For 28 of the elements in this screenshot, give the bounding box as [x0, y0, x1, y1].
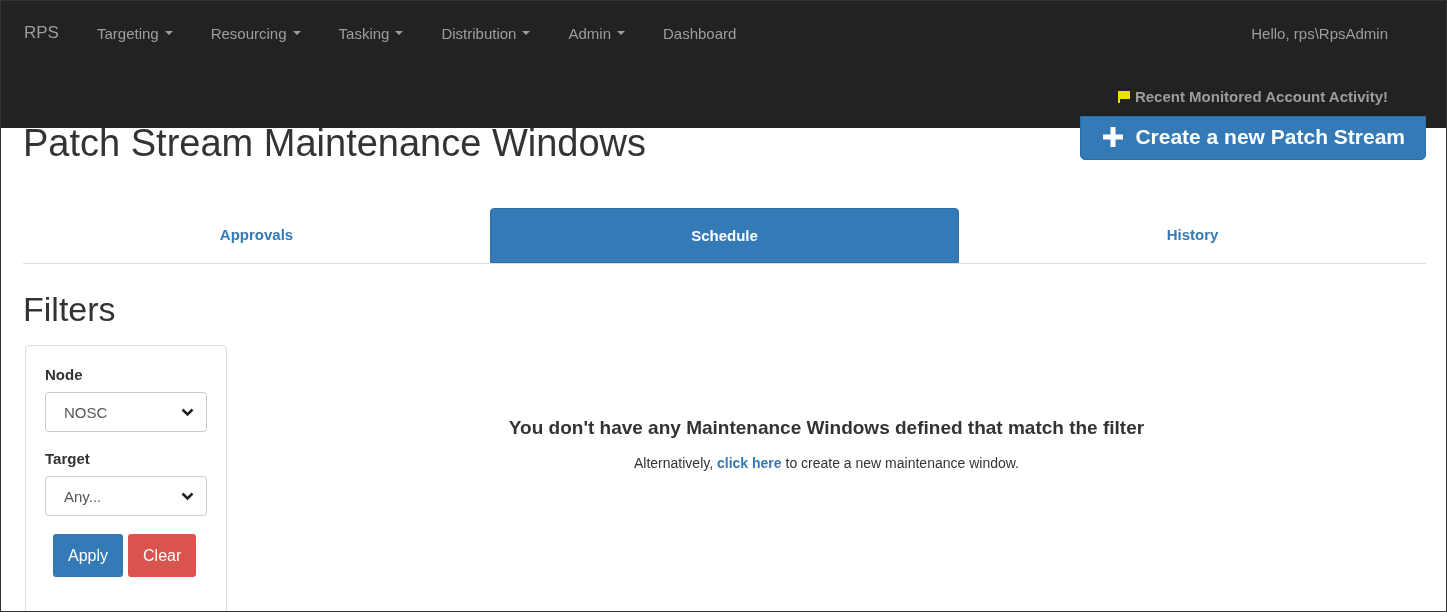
- flag-icon: [1116, 89, 1131, 104]
- tab[interactable]: Schedule: [490, 208, 959, 263]
- apply-button[interactable]: Apply: [53, 534, 124, 577]
- chevron-down-icon: [181, 407, 194, 417]
- page-title: Patch Stream Maintenance Windows: [23, 128, 647, 158]
- account-activity-link[interactable]: Recent Monitored Account Activity!: [1116, 88, 1388, 105]
- empty-message: You don't have any Maintenance Windows defined that match the filter: [507, 417, 1146, 439]
- nav-link[interactable]: Dashboard: [663, 24, 737, 42]
- create-window-link[interactable]: click here: [717, 455, 782, 471]
- field-label: Node: [45, 366, 84, 383]
- select-field[interactable]: Any...: [45, 476, 207, 516]
- tab[interactable]: History: [959, 208, 1426, 261]
- select-field[interactable]: NOSC: [45, 392, 207, 432]
- plus-icon: [1103, 127, 1124, 147]
- nav-dropdown[interactable]: Admin: [568, 24, 625, 42]
- chevron-down-icon: [181, 491, 194, 501]
- nav-dropdown[interactable]: Tasking: [338, 24, 404, 42]
- nav-dropdown[interactable]: Distribution: [441, 24, 531, 42]
- brand-link[interactable]: RPS: [24, 23, 59, 43]
- tab[interactable]: Approvals: [23, 208, 490, 261]
- user-greeting-link[interactable]: Hello, rps\RpsAdmin: [1251, 24, 1388, 42]
- clear-button[interactable]: Clear: [128, 534, 197, 577]
- create-button[interactable]: Create a new Patch Stream: [1080, 116, 1426, 160]
- filters-heading: Filters: [23, 290, 117, 329]
- empty-hint: Alternatively, click here to create a new maintenance window.: [633, 455, 1020, 471]
- nav-dropdown[interactable]: Targeting: [96, 24, 173, 42]
- field-label: Target: [45, 450, 91, 467]
- nav-dropdown[interactable]: Resourcing: [210, 24, 301, 42]
